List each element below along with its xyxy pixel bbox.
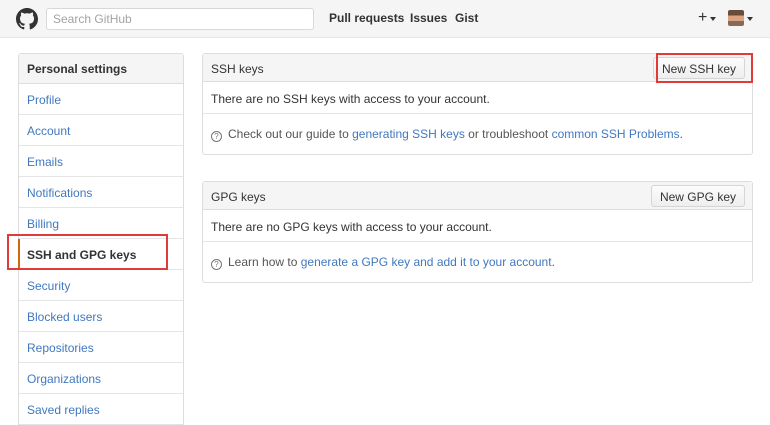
gpg-help-prefix: Learn how to xyxy=(228,255,298,269)
sidebar-item-blocked-users[interactable]: Blocked users xyxy=(19,301,183,332)
ssh-keys-help: ? Check out our guide to generating SSH k… xyxy=(203,114,752,154)
ssh-help-middle: or troubleshoot xyxy=(468,127,549,141)
sidebar-item-organizations[interactable]: Organizations xyxy=(19,363,183,394)
ssh-help-end: . xyxy=(679,127,683,141)
new-gpg-key-button[interactable]: New GPG key xyxy=(650,185,745,207)
sidebar-item-profile[interactable]: Profile xyxy=(19,84,183,115)
gpg-keys-box: GPG keys New GPG key There are no GPG ke… xyxy=(202,181,753,283)
generating-ssh-keys-link[interactable]: generating SSH keys xyxy=(352,127,465,141)
gpg-help-end: . xyxy=(551,255,555,269)
sidebar-item-account[interactable]: Account xyxy=(19,115,183,146)
user-avatar[interactable] xyxy=(728,10,744,26)
top-header: Search GitHub Pull requests Issues Gist … xyxy=(0,0,770,38)
question-icon: ? xyxy=(211,131,222,142)
ssh-keys-title: SSH keys xyxy=(211,62,264,76)
search-placeholder: Search GitHub xyxy=(53,12,132,26)
search-input[interactable]: Search GitHub xyxy=(46,8,314,30)
sidebar-item-security[interactable]: Security xyxy=(19,270,183,301)
generate-gpg-key-link[interactable]: generate a GPG key and add it to your ac… xyxy=(301,255,552,269)
highlight-new-ssh-key xyxy=(656,53,753,83)
gpg-keys-help: ? Learn how to generate a GPG key and add… xyxy=(203,242,752,282)
gpg-keys-title: GPG keys xyxy=(211,190,266,204)
sidebar-item-saved-replies[interactable]: Saved replies xyxy=(19,394,183,425)
plus-dropdown-caret-icon[interactable] xyxy=(710,17,716,21)
avatar-dropdown-caret-icon[interactable] xyxy=(747,17,753,21)
sidebar-item-emails[interactable]: Emails xyxy=(19,146,183,177)
sidebar-heading: Personal settings xyxy=(19,54,183,84)
nav-issues[interactable]: Issues xyxy=(410,11,447,25)
highlight-ssh-gpg-keys xyxy=(7,234,168,270)
common-ssh-problems-link[interactable]: common SSH Problems xyxy=(552,127,680,141)
nav-gist[interactable]: Gist xyxy=(455,11,478,25)
plus-icon[interactable]: + xyxy=(698,8,707,28)
ssh-help-prefix: Check out our guide to xyxy=(228,127,349,141)
nav-pull-requests[interactable]: Pull requests xyxy=(329,11,404,25)
question-icon: ? xyxy=(211,259,222,270)
ssh-keys-empty-message: There are no SSH keys with access to you… xyxy=(203,82,752,114)
sidebar-item-repositories[interactable]: Repositories xyxy=(19,332,183,363)
gpg-keys-header: GPG keys New GPG key xyxy=(203,182,752,210)
gpg-keys-empty-message: There are no GPG keys with access to you… xyxy=(203,210,752,242)
github-octocat-icon[interactable] xyxy=(16,8,38,30)
sidebar-item-notifications[interactable]: Notifications xyxy=(19,177,183,208)
